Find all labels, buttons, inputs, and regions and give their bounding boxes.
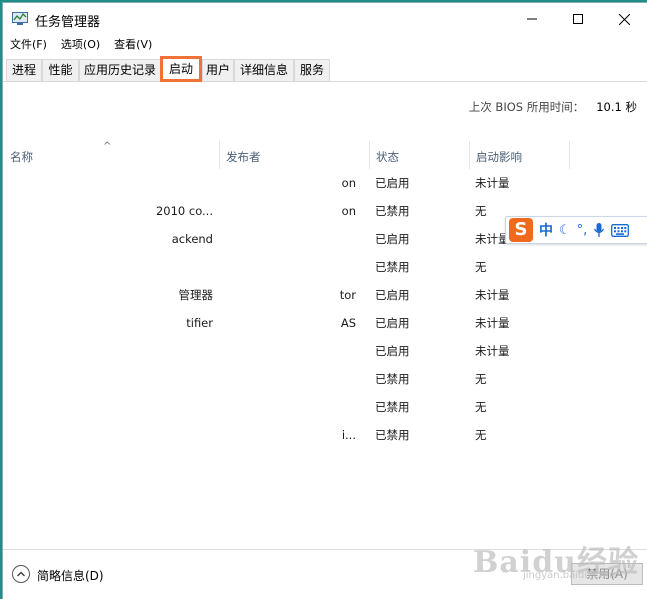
row-publisher: tor — [339, 288, 356, 302]
fewer-details-button[interactable] — [12, 565, 30, 583]
chevron-up-icon — [17, 571, 25, 577]
tab-users[interactable]: 用户 — [202, 59, 234, 81]
row-impact: 未计量 — [475, 288, 510, 302]
bios-time-value: 10.1 秒 — [596, 100, 637, 114]
column-header-status[interactable]: 状态 — [369, 141, 469, 169]
sogou-logo-icon[interactable]: S — [509, 218, 533, 242]
bios-time: 上次 BIOS 所用时间： 10.1 秒 — [469, 99, 637, 115]
row-publisher: AS — [340, 316, 356, 330]
table-row[interactable]: tifier AS 已启用 未计量 — [3, 309, 647, 337]
row-status: 已禁用 — [375, 204, 410, 218]
minimize-icon — [527, 18, 537, 20]
row-status: 已启用 — [375, 176, 410, 190]
menu-bar: 文件(F) 选项(O) 查看(V) — [3, 37, 159, 55]
bios-time-label: 上次 BIOS 所用时间： — [468, 100, 585, 114]
table-header: ^ 名称 发布者 状态 启动影响 — [3, 141, 647, 169]
ime-language-toggle[interactable]: 中 — [539, 220, 553, 240]
column-divider[interactable] — [569, 141, 570, 169]
column-header-impact[interactable]: 启动影响 — [469, 141, 569, 169]
punctuation-icon[interactable]: °, — [577, 223, 588, 238]
table-row[interactable]: 已禁用 无 — [3, 253, 647, 281]
window-title: 任务管理器 — [35, 15, 101, 30]
column-header-name[interactable]: 名称 — [3, 141, 219, 169]
row-impact: 无 — [475, 372, 487, 386]
row-status: 已启用 — [375, 288, 410, 302]
table-row[interactable]: 已禁用 无 — [3, 365, 647, 393]
row-impact: 未计量 — [475, 176, 510, 190]
row-status: 已禁用 — [375, 400, 410, 414]
maximize-icon — [573, 14, 583, 24]
row-status: 已禁用 — [375, 260, 410, 274]
row-name: 2010 co... — [155, 204, 213, 218]
menu-options[interactable]: 选项(O) — [54, 37, 107, 55]
moon-icon[interactable]: ☾ — [559, 223, 571, 238]
tab-app-history[interactable]: 应用历史记录 — [79, 59, 161, 81]
microphone-icon[interactable] — [593, 222, 605, 238]
row-status: 已启用 — [375, 344, 410, 358]
startup-list: on 已启用 未计量 2010 co... on 已禁用 无 ackend 已启… — [3, 169, 647, 449]
table-row[interactable]: 已禁用 无 — [3, 393, 647, 421]
row-name: tifier — [186, 316, 213, 330]
row-impact: 无 — [475, 400, 487, 414]
row-status: 已禁用 — [375, 372, 410, 386]
tab-services[interactable]: 服务 — [294, 59, 330, 81]
row-impact: 未计量 — [475, 316, 510, 330]
ime-toolbar[interactable]: S 中 ☾ °, — [505, 216, 647, 244]
row-status: 已启用 — [375, 232, 410, 246]
baidu-watermark-url: jingyan.baidu.com — [523, 570, 616, 581]
tab-strip: 进程 性能 应用历史记录 启动 用户 详细信息 服务 — [3, 56, 647, 82]
tab-details[interactable]: 详细信息 — [234, 59, 294, 81]
tab-startup[interactable]: 启动 — [160, 56, 202, 82]
column-header-publisher[interactable]: 发布者 — [219, 141, 369, 169]
task-manager-app-icon — [12, 12, 28, 25]
minimize-button[interactable] — [509, 3, 555, 35]
row-impact: 无 — [475, 260, 487, 274]
menu-view[interactable]: 查看(V) — [107, 37, 159, 55]
menu-file[interactable]: 文件(F) — [3, 37, 54, 55]
row-publisher: on — [341, 176, 356, 190]
row-status: 已禁用 — [375, 428, 410, 442]
fewer-details-label[interactable]: 简略信息(D) — [37, 567, 104, 584]
row-publisher: i... — [341, 428, 356, 442]
row-impact: 未计量 — [475, 344, 510, 358]
close-icon — [618, 13, 630, 25]
row-status: 已启用 — [375, 316, 410, 330]
row-name: 管理器 — [178, 288, 214, 302]
row-name: ackend — [171, 232, 213, 246]
row-impact: 无 — [475, 428, 487, 442]
keyboard-icon[interactable] — [611, 223, 630, 237]
table-row[interactable]: 已启用 未计量 — [3, 337, 647, 365]
table-row[interactable]: 管理器 tor 已启用 未计量 — [3, 281, 647, 309]
row-publisher: on — [341, 204, 356, 218]
tab-processes[interactable]: 进程 — [6, 59, 42, 81]
tab-performance[interactable]: 性能 — [42, 59, 79, 81]
maximize-button[interactable] — [555, 3, 601, 35]
table-row[interactable]: on 已启用 未计量 — [3, 169, 647, 197]
table-row[interactable]: i... 已禁用 无 — [3, 421, 647, 449]
close-button[interactable] — [601, 3, 647, 35]
task-manager-window: 任务管理器 文件(F) 选项(O) 查看(V) 进程 性能 应用历史记录 启动 … — [2, 2, 647, 599]
title-bar[interactable]: 任务管理器 — [3, 3, 647, 35]
